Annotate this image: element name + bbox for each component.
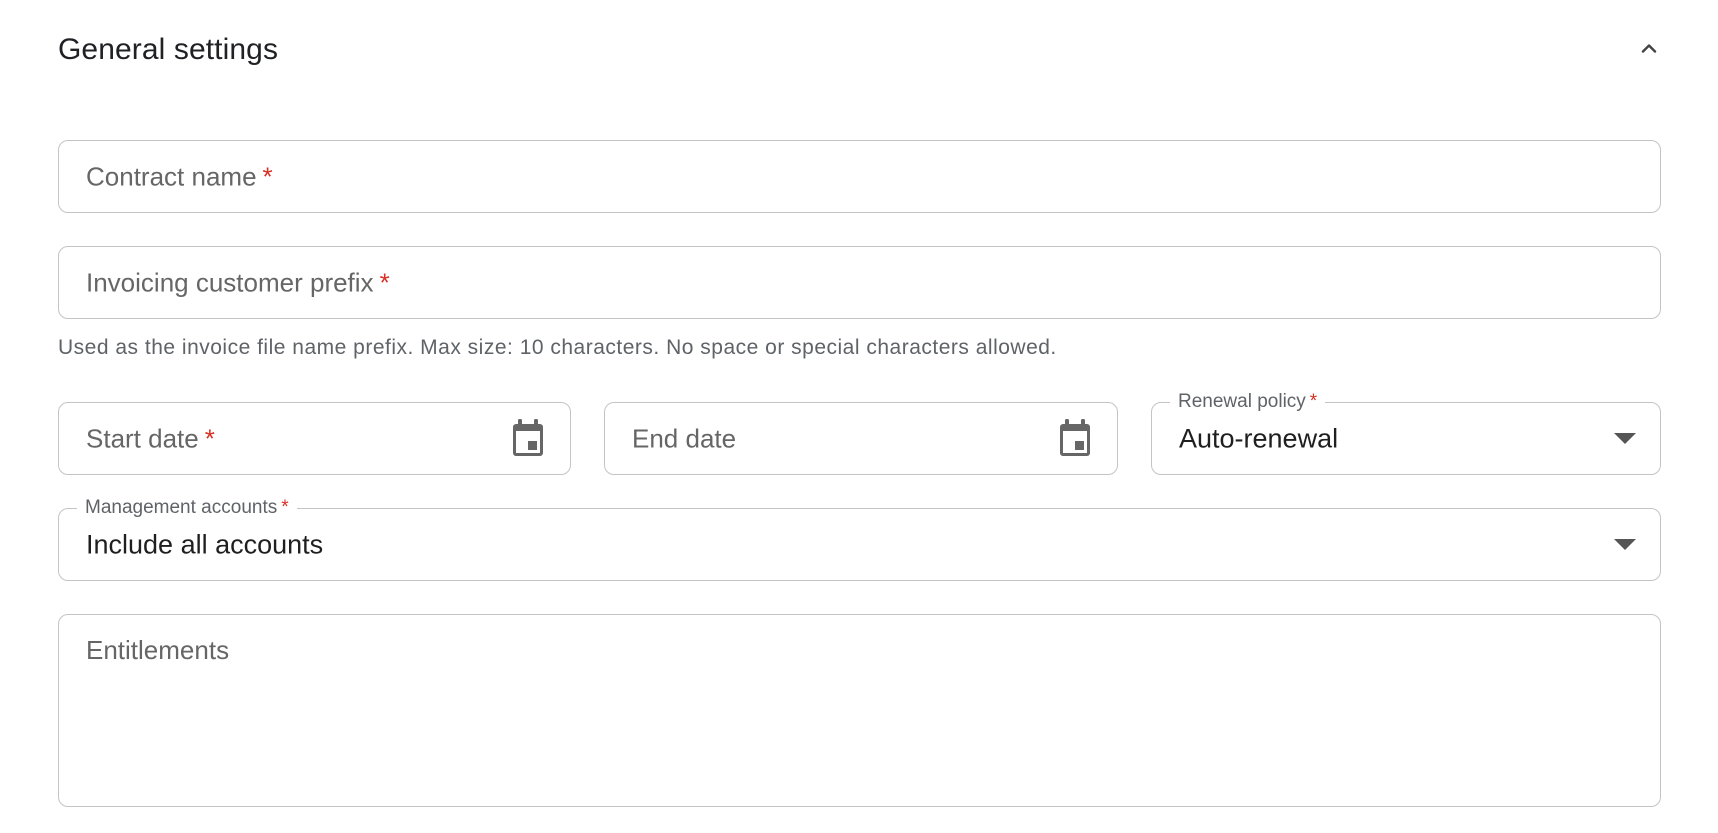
end-date-placeholder: End date	[632, 423, 737, 453]
required-mark: *	[379, 267, 390, 297]
general-settings-panel: General settings Contract name * Invoicin…	[0, 0, 1718, 833]
invoicing-prefix-field[interactable]: Invoicing customer prefix *	[58, 246, 1661, 319]
required-mark: *	[262, 161, 273, 191]
renewal-policy-label: Renewal policy *	[1170, 390, 1326, 414]
entitlements-textarea[interactable]: Entitlements	[58, 614, 1661, 807]
collapse-button[interactable]	[1627, 28, 1671, 72]
start-date-field[interactable]: Start date *	[58, 402, 571, 475]
calendar-icon[interactable]	[1055, 418, 1095, 460]
end-date-field[interactable]: End date	[604, 402, 1118, 475]
section-title: General settings	[58, 33, 279, 66]
required-mark: *	[1309, 391, 1318, 412]
renewal-policy-value: Auto-renewal	[1179, 423, 1339, 453]
start-date-placeholder: Start date *	[86, 423, 215, 453]
renewal-policy-select[interactable]: Renewal policy * Auto-renewal	[1151, 390, 1661, 475]
management-accounts-select[interactable]: Management accounts * Include all account…	[58, 496, 1661, 581]
management-accounts-label: Management accounts *	[77, 496, 297, 520]
required-mark: *	[204, 423, 215, 453]
management-accounts-value: Include all accounts	[86, 529, 324, 559]
contract-name-field[interactable]: Contract name *	[58, 140, 1661, 213]
contract-name-placeholder: Contract name *	[86, 161, 273, 191]
dropdown-arrow-icon[interactable]	[1614, 432, 1636, 445]
section-header[interactable]: General settings	[58, 22, 1661, 78]
calendar-icon[interactable]	[508, 418, 548, 460]
entitlements-placeholder: Entitlements	[86, 635, 230, 665]
required-mark: *	[281, 497, 289, 518]
invoicing-prefix-placeholder: Invoicing customer prefix *	[86, 267, 390, 297]
chevron-up-icon	[1637, 36, 1661, 65]
invoicing-prefix-helper: Used as the invoice file name prefix. Ma…	[58, 336, 1057, 359]
dropdown-arrow-icon[interactable]	[1614, 538, 1636, 551]
